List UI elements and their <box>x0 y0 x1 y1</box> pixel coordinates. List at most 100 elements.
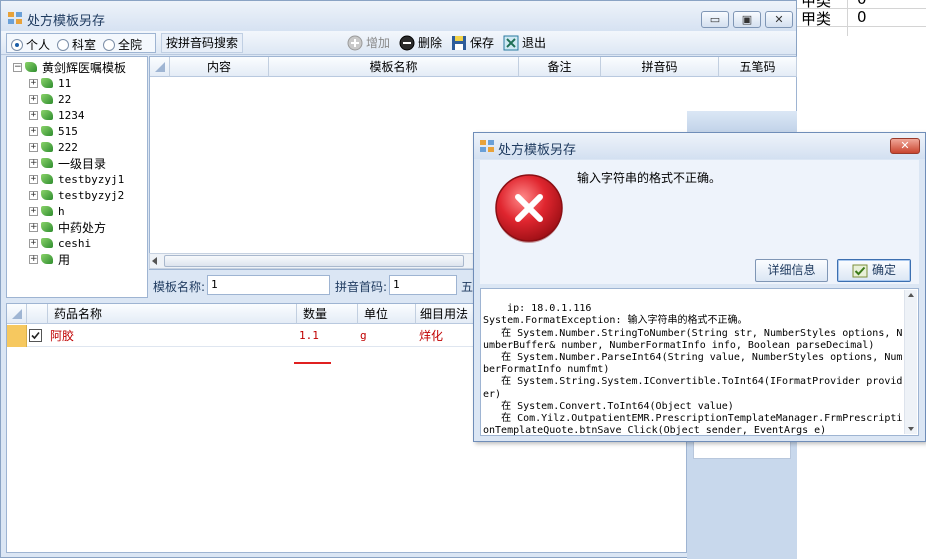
tree-item[interactable]: + 中药处方 <box>29 219 106 235</box>
tree-item-label: 515 <box>58 124 78 138</box>
book-icon <box>40 253 54 265</box>
expand-icon[interactable]: + <box>29 126 38 136</box>
wubi-label: 五 <box>461 280 474 294</box>
tree-item[interactable]: + 用 <box>29 251 70 267</box>
bg-cell: 0 <box>857 8 867 26</box>
exit-button[interactable]: 退出 <box>503 34 546 51</box>
annotation-underline <box>294 362 331 364</box>
tree-item[interactable]: +222 <box>29 139 78 155</box>
book-icon <box>40 157 54 169</box>
column-header[interactable]: 模板名称 <box>269 57 519 77</box>
tree-item[interactable]: + testbyzyj2 <box>29 187 124 203</box>
column-header[interactable]: 备注 <box>519 57 601 77</box>
horizontal-scrollbar[interactable] <box>149 253 489 269</box>
corner-icon <box>11 309 22 319</box>
tree-item[interactable]: + ceshi <box>29 235 91 251</box>
unit-cell[interactable]: g <box>360 325 367 347</box>
checkbox-checked-icon <box>29 329 42 342</box>
expand-icon[interactable]: + <box>29 254 38 264</box>
expand-icon[interactable]: + <box>29 190 38 200</box>
radio-department[interactable]: 科室 <box>57 36 96 53</box>
error-dialog: 处方模板另存 ✕ 输入字符串的格式不正确。 详细信息 确定 ip: 18.0.1… <box>473 132 926 442</box>
column-header[interactable]: 五笔码 <box>719 57 797 77</box>
row-checkbox[interactable] <box>29 325 47 347</box>
bg-cell: 甲类 <box>801 10 832 28</box>
exception-text: ip: 18.0.1.116 System.FormatException: 输… <box>483 303 903 436</box>
expand-icon[interactable]: + <box>29 158 38 168</box>
tree-item-label: 222 <box>58 140 78 154</box>
tree-root[interactable]: − 黄剑辉医嘱模板 <box>13 59 126 75</box>
pinyin-search-button[interactable]: 按拼音码搜索 <box>161 33 243 53</box>
tree-item[interactable]: + testbyzyj1 <box>29 171 124 187</box>
tree-item[interactable]: +515 <box>29 123 78 139</box>
book-icon <box>40 205 54 217</box>
radio-checked-icon <box>11 38 23 51</box>
expand-icon[interactable]: + <box>29 238 38 248</box>
pinyin-label: 拼音首码: <box>335 280 388 294</box>
radio-label: 科室 <box>72 38 97 52</box>
expand-icon[interactable]: + <box>29 110 38 120</box>
quantity-cell[interactable]: 1.1 <box>299 325 319 347</box>
expand-icon[interactable]: + <box>29 78 38 88</box>
expand-icon[interactable]: + <box>29 206 38 216</box>
delete-button[interactable]: 删除 <box>399 34 442 51</box>
scroll-thumb[interactable] <box>164 255 464 267</box>
tree-item[interactable]: +11 <box>29 75 71 91</box>
grid-corner <box>150 57 170 77</box>
tree-item-label: ceshi <box>58 236 92 250</box>
drug-name-cell[interactable]: 阿胶 <box>50 325 74 347</box>
dialog-title: 处方模板另存 <box>498 143 577 158</box>
ok-button[interactable]: 确定 <box>837 259 911 282</box>
restore-button[interactable]: ▣ <box>733 11 761 28</box>
scroll-down-icon[interactable] <box>908 427 914 431</box>
tree-item[interactable]: + h <box>29 203 65 219</box>
scroll-left-icon[interactable] <box>152 257 157 265</box>
dialog-close-button[interactable]: ✕ <box>890 138 920 154</box>
grid-corner <box>7 304 27 324</box>
save-icon <box>452 35 466 50</box>
expand-icon[interactable]: + <box>29 174 38 184</box>
tree-item[interactable]: +22 <box>29 91 71 107</box>
radio-unchecked-icon <box>57 38 69 51</box>
exit-label: 退出 <box>522 36 547 50</box>
column-header[interactable]: 拼音码 <box>601 57 719 77</box>
bg-divider <box>847 0 848 36</box>
scroll-up-icon[interactable] <box>908 293 914 297</box>
add-button[interactable]: 增加 <box>347 34 390 51</box>
bg-cell: 0 <box>857 0 867 8</box>
row-selector[interactable] <box>7 325 27 347</box>
book-icon <box>40 141 54 153</box>
dialog-body: 输入字符串的格式不正确。 详细信息 确定 <box>480 160 919 284</box>
exception-details[interactable]: ip: 18.0.1.116 System.FormatException: 输… <box>480 288 919 436</box>
tree-item-label: testbyzyj2 <box>58 188 125 202</box>
minimize-button[interactable]: ▭ <box>701 11 729 28</box>
panel-field[interactable] <box>693 441 791 459</box>
expand-icon[interactable]: + <box>29 94 38 104</box>
column-header[interactable]: 内容 <box>170 57 269 77</box>
book-icon <box>40 173 54 185</box>
close-button[interactable]: ✕ <box>765 11 793 28</box>
radio-hospital[interactable]: 全院 <box>103 36 142 53</box>
vertical-scrollbar[interactable] <box>904 290 917 434</box>
tree-item[interactable]: +1234 <box>29 107 85 123</box>
column-header[interactable]: 数量 <box>297 304 358 324</box>
column-header[interactable]: 单位 <box>358 304 416 324</box>
tree-item[interactable]: + 一级目录 <box>29 155 106 171</box>
usage-cell[interactable]: 烊化 <box>419 325 443 347</box>
book-icon <box>40 237 54 249</box>
radio-personal[interactable]: 个人 <box>11 36 50 53</box>
template-name-input[interactable]: 1 <box>207 275 330 295</box>
tree-item-label: testbyzyj1 <box>58 172 125 186</box>
pinyin-input[interactable]: 1 <box>389 275 457 295</box>
checkmark-icon <box>852 264 868 277</box>
expand-icon[interactable]: + <box>29 222 38 232</box>
save-button[interactable]: 保存 <box>451 34 494 51</box>
tree-item-label: 用 <box>58 252 71 267</box>
collapse-icon[interactable]: − <box>13 62 22 72</box>
column-header[interactable]: 药品名称 <box>48 304 297 324</box>
template-form: 模板名称: 1 拼音首码: 1 五 <box>149 271 489 299</box>
close-icon: ✕ <box>900 139 910 152</box>
expand-icon[interactable]: + <box>29 142 38 152</box>
radio-unchecked-icon <box>103 38 115 51</box>
details-button[interactable]: 详细信息 <box>755 259 828 282</box>
